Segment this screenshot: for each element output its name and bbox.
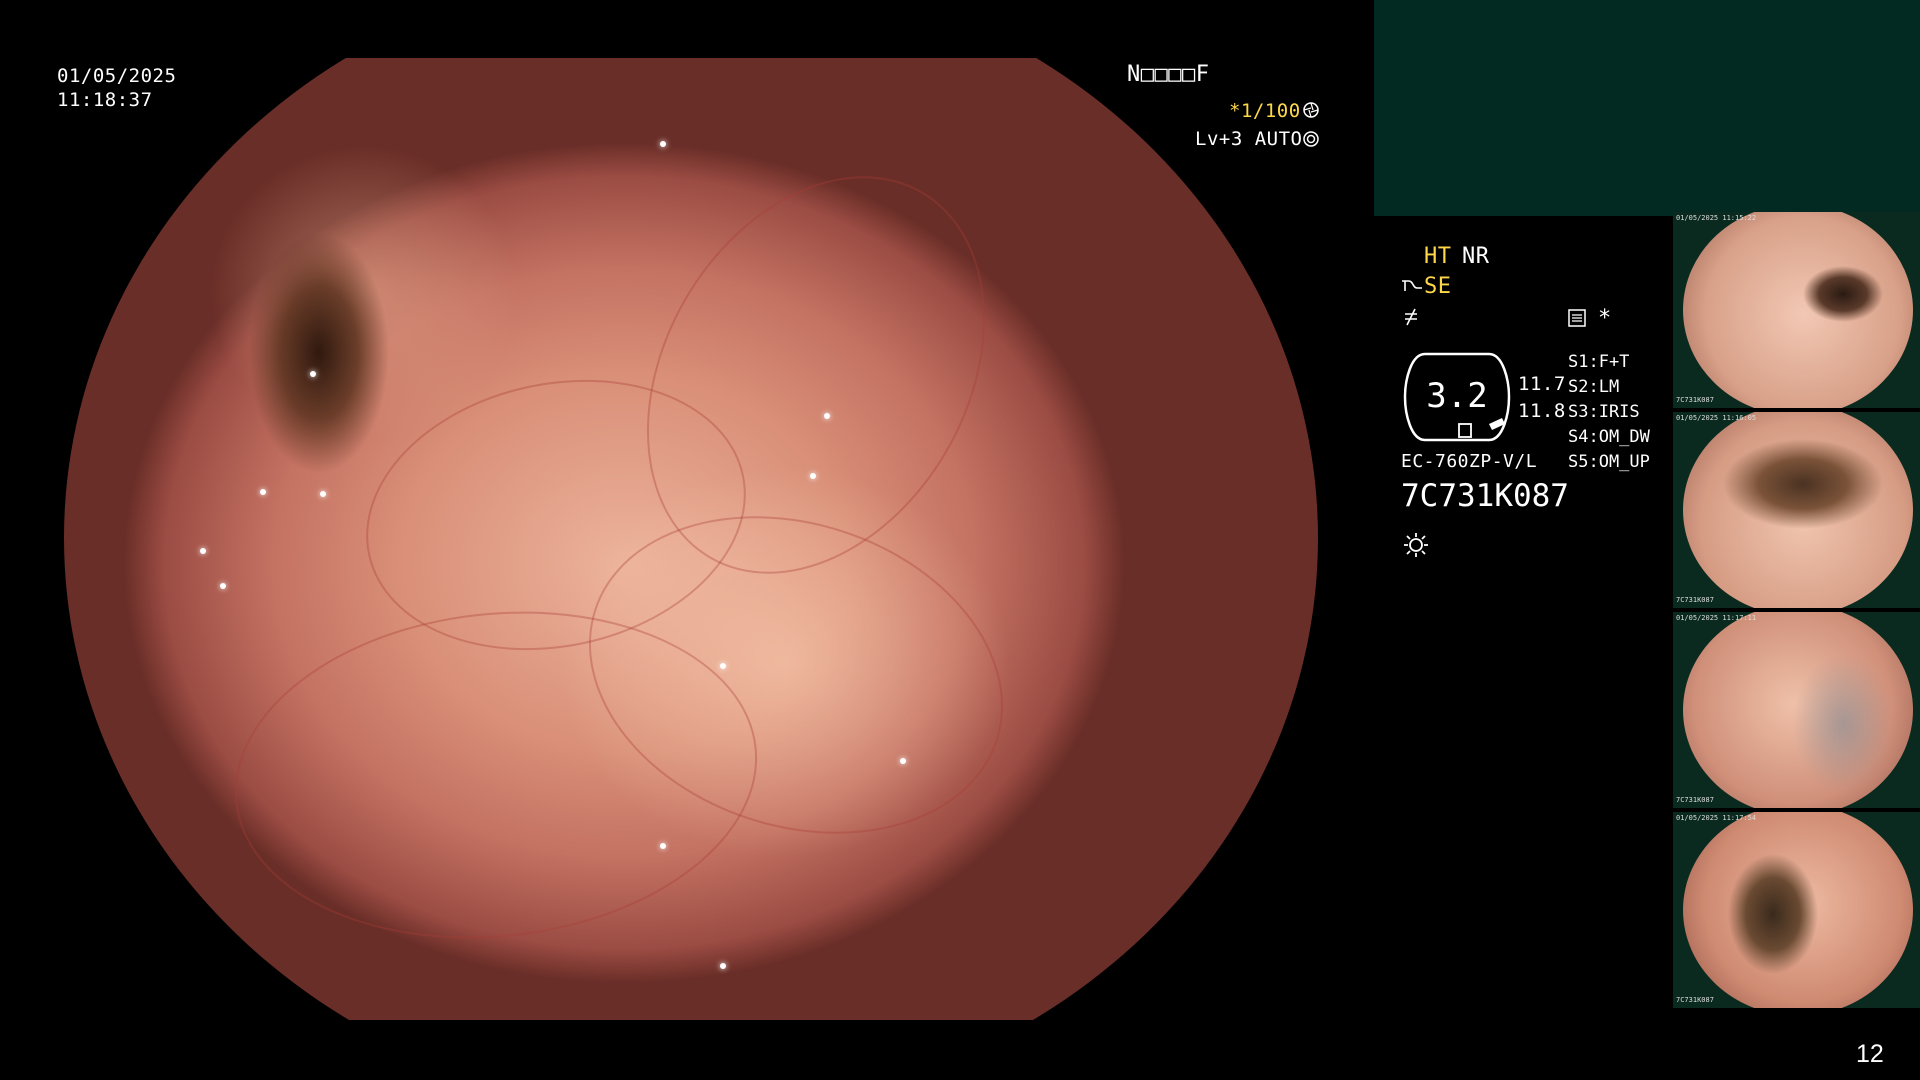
thumbnail-serial: 7C731K087 bbox=[1676, 396, 1714, 404]
ht-label: HT bbox=[1424, 244, 1452, 269]
se-label: SE bbox=[1424, 274, 1452, 299]
thumbnail-caption: 01/05/2025 11:17:11 bbox=[1676, 614, 1757, 622]
thumbnail-serial: 7C731K087 bbox=[1676, 996, 1714, 1004]
info-panel-box bbox=[1374, 0, 1920, 216]
value-1: 11.7 bbox=[1518, 373, 1566, 395]
thumbnail-caption: 01/05/2025 11:16:05 bbox=[1676, 414, 1757, 422]
light-reflection bbox=[824, 413, 830, 419]
scope-serial: 7C731K087 bbox=[1401, 478, 1569, 514]
light-reflection bbox=[720, 963, 726, 969]
iris-icon bbox=[1303, 131, 1319, 147]
light-reflection bbox=[660, 843, 666, 849]
date-label: 01/05/2025 bbox=[57, 65, 177, 87]
light-reflection bbox=[260, 489, 266, 495]
shutter-label: *1/100 bbox=[1229, 100, 1301, 122]
nr-label: NR bbox=[1462, 244, 1490, 269]
switch-item: S3:IRIS bbox=[1568, 402, 1640, 422]
thumbnail-4[interactable]: 01/05/2025 11:17:54 7C731K087 bbox=[1673, 812, 1920, 1008]
zoom-value: 3.2 bbox=[1426, 376, 1488, 416]
scope-model: EC-760ZP-V/L bbox=[1401, 451, 1538, 472]
asterisk-label: * bbox=[1598, 306, 1612, 331]
mucosa-image bbox=[64, 58, 1318, 1020]
light-reflection bbox=[220, 583, 226, 589]
time-label: 11:18:37 bbox=[57, 89, 153, 111]
document-icon bbox=[1567, 308, 1587, 328]
sun-icon bbox=[1402, 531, 1430, 559]
thumbnail-serial: 7C731K087 bbox=[1676, 796, 1714, 804]
thumbnail-image bbox=[1683, 612, 1913, 808]
frame-number: 12 bbox=[1856, 1040, 1884, 1068]
patient-code: N□□□□F bbox=[1127, 62, 1210, 87]
thumbnail-serial: 7C731K087 bbox=[1676, 596, 1714, 604]
value-2: 11.8 bbox=[1518, 400, 1566, 422]
aperture-icon bbox=[1303, 102, 1319, 118]
thumbnail-image bbox=[1683, 412, 1913, 608]
light-reflection bbox=[200, 548, 206, 554]
switch-item: S4:OM_DW bbox=[1568, 427, 1650, 447]
thumbnail-caption: 01/05/2025 11:15:22 bbox=[1676, 214, 1757, 222]
switch-list: S1:F+T S2:LM S3:IRIS S4:OM_DW S5:OM_UP bbox=[1568, 350, 1650, 475]
light-reflection bbox=[810, 473, 816, 479]
light-reflection bbox=[720, 663, 726, 669]
light-reflection bbox=[900, 758, 906, 764]
filter-icon bbox=[1402, 306, 1420, 328]
thumbnail-image bbox=[1683, 812, 1913, 1008]
endoscope-main-view bbox=[60, 58, 1322, 1020]
light-reflection bbox=[320, 491, 326, 497]
switch-item: S2:LM bbox=[1568, 377, 1620, 397]
thumbnail-2[interactable]: 01/05/2025 11:16:05 7C731K087 bbox=[1673, 412, 1920, 608]
level-label: Lv+3 AUTO bbox=[1195, 128, 1303, 150]
light-reflection bbox=[310, 371, 316, 377]
thumbnail-image bbox=[1683, 212, 1913, 408]
thumbnail-caption: 01/05/2025 11:17:54 bbox=[1676, 814, 1757, 822]
thumbnail-3[interactable]: 01/05/2025 11:17:11 7C731K087 bbox=[1673, 612, 1920, 808]
switch-item: S5:OM_UP bbox=[1568, 452, 1650, 472]
structure-enhance-icon bbox=[1400, 276, 1424, 296]
light-reflection bbox=[660, 141, 666, 147]
switch-item: S1:F+T bbox=[1568, 352, 1630, 372]
thumbnail-1[interactable]: 01/05/2025 11:15:22 7C731K087 bbox=[1673, 212, 1920, 408]
